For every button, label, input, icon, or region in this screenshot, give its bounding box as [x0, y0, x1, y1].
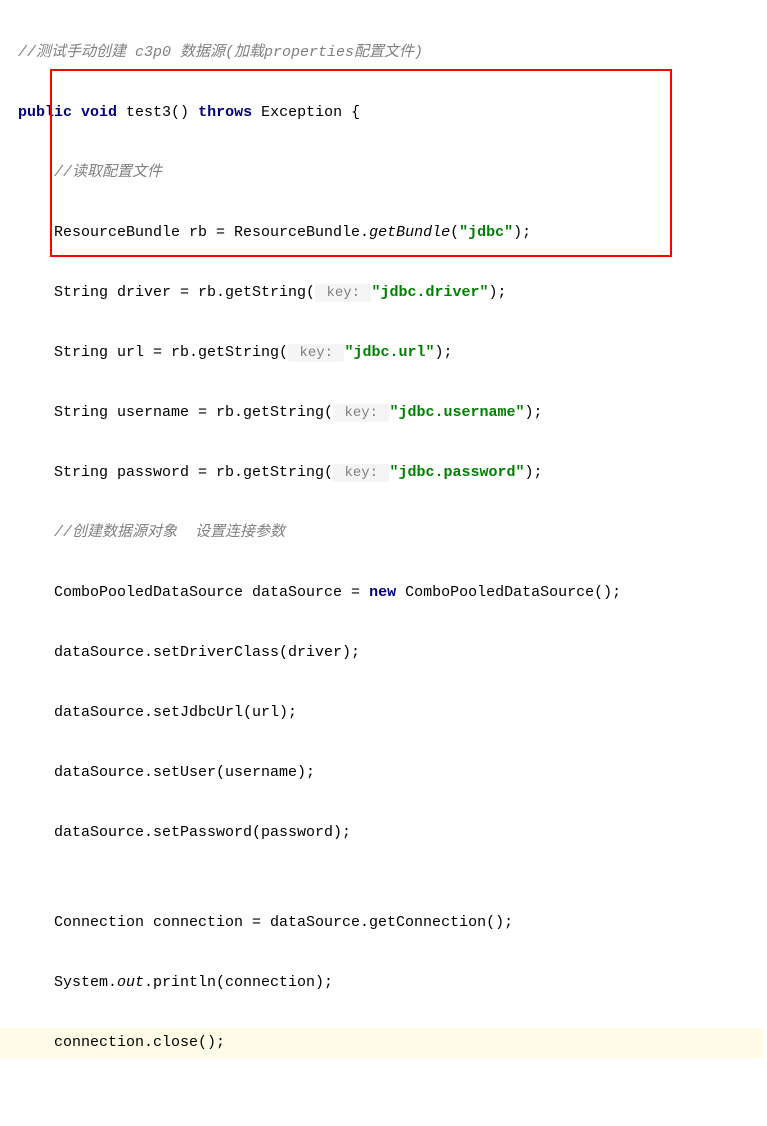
code-text: .println(connection);	[144, 974, 333, 991]
code-line-13: dataSource.setUser(username);	[18, 758, 763, 788]
string-literal: "jdbc"	[459, 224, 513, 241]
keyword-new: new	[369, 584, 396, 601]
string-literal: "jdbc.url"	[344, 344, 434, 361]
code-text: ResourceBundle rb = ResourceBundle.	[54, 224, 369, 241]
code-line-5: String driver = rb.getString( key: "jdbc…	[18, 278, 763, 308]
code-text: connection.close();	[54, 1034, 225, 1051]
code-text: dataSource.setDriverClass(driver);	[54, 644, 360, 661]
string-literal: "jdbc.username"	[389, 404, 524, 421]
code-line-4: ResourceBundle rb = ResourceBundle.getBu…	[18, 218, 763, 248]
static-method: getBundle	[369, 224, 450, 241]
code-line-17: System.out.println(connection);	[18, 968, 763, 998]
exception-type: Exception {	[252, 104, 360, 121]
keyword-public: public	[18, 104, 72, 121]
code-line-10: ComboPooledDataSource dataSource = new C…	[18, 578, 763, 608]
string-literal: "jdbc.driver"	[371, 284, 488, 301]
string-literal: "jdbc.password"	[389, 464, 524, 481]
line-end: );	[525, 404, 543, 421]
code-text: ComboPooledDataSource();	[396, 584, 621, 601]
code-line-14: dataSource.setPassword(password);	[18, 818, 763, 848]
line-end: );	[489, 284, 507, 301]
code-text: String url = rb.getString(	[54, 344, 288, 361]
param-hint: key:	[315, 284, 371, 302]
method-name: test3()	[117, 104, 198, 121]
code-text: dataSource.setPassword(password);	[54, 824, 351, 841]
paren: );	[513, 224, 531, 241]
code-text: Connection connection = dataSource.getCo…	[54, 914, 513, 931]
code-line-11: dataSource.setDriverClass(driver);	[18, 638, 763, 668]
code-line-6: String url = rb.getString( key: "jdbc.ur…	[18, 338, 763, 368]
code-text: dataSource.setJdbcUrl(url);	[54, 704, 297, 721]
code-line-8: String password = rb.getString( key: "jd…	[18, 458, 763, 488]
param-hint: key:	[288, 344, 344, 362]
param-hint: key:	[333, 404, 389, 422]
code-line-12: dataSource.setJdbcUrl(url);	[18, 698, 763, 728]
comment: //读取配置文件	[54, 164, 162, 181]
keyword-throws: throws	[198, 104, 252, 121]
code-line-7: String username = rb.getString( key: "jd…	[18, 398, 763, 428]
code-text: String username = rb.getString(	[54, 404, 333, 421]
comment: //创建数据源对象 设置连接参数	[54, 524, 285, 541]
code-line-3: //读取配置文件	[18, 158, 763, 188]
code-line-9: //创建数据源对象 设置连接参数	[18, 518, 763, 548]
code-snippet: //测试手动创建 c3p0 数据源(加载properties配置文件) publ…	[18, 8, 763, 1118]
code-text: String password = rb.getString(	[54, 464, 333, 481]
comment: //测试手动创建 c3p0 数据源(加载properties配置文件)	[18, 44, 423, 61]
code-text: dataSource.setUser(username);	[54, 764, 315, 781]
static-field-out: out	[117, 974, 144, 991]
keyword-void: void	[81, 104, 117, 121]
line-end: );	[434, 344, 452, 361]
paren: (	[450, 224, 459, 241]
line-end: );	[525, 464, 543, 481]
code-line-1: //测试手动创建 c3p0 数据源(加载properties配置文件)	[18, 38, 763, 68]
param-hint: key:	[333, 464, 389, 482]
code-line-2: public void test3() throws Exception {	[18, 98, 763, 128]
code-text: System.	[54, 974, 117, 991]
code-text: ComboPooledDataSource dataSource =	[54, 584, 369, 601]
code-text: String driver = rb.getString(	[54, 284, 315, 301]
code-line-18-highlighted: connection.close();	[0, 1028, 763, 1058]
code-line-16: Connection connection = dataSource.getCo…	[18, 908, 763, 938]
